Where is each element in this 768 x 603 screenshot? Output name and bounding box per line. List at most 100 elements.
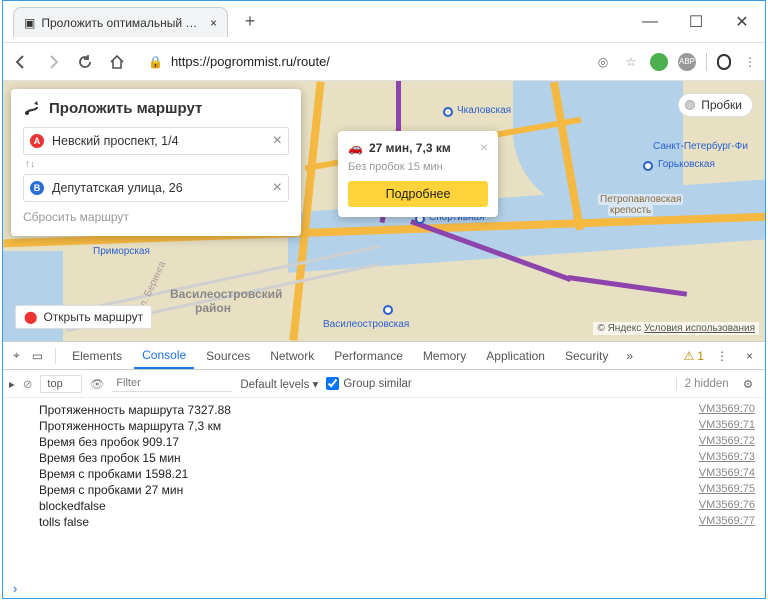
devtools-menu-icon[interactable]: ⋮ — [708, 349, 736, 363]
star-icon[interactable]: ☆ — [622, 53, 640, 71]
log-source-link[interactable]: VM3569:73 — [689, 451, 755, 465]
open-route-button[interactable]: ⬤ Открыть маршрут — [15, 305, 152, 329]
console-prompt[interactable]: › — [3, 579, 765, 598]
device-icon[interactable]: ▭ — [28, 349, 47, 363]
devtools-close-icon[interactable]: × — [740, 349, 759, 363]
reload-button[interactable] — [73, 50, 97, 74]
globe-icon: ▣ — [24, 16, 35, 30]
log-message: Время без пробок 15 мин — [39, 451, 689, 465]
balloon-more-button[interactable]: Подробнее — [348, 181, 488, 207]
tab-performance[interactable]: Performance — [326, 342, 411, 369]
clear-to-button[interactable]: × — [273, 179, 282, 197]
close-balloon-button[interactable]: × — [480, 139, 488, 155]
pin-icon: ⬤ — [24, 310, 37, 324]
browser-window: ▣ Проложить оптимальный марш… × + — ☐ ✕ … — [2, 0, 766, 599]
menu-icon[interactable]: ⋮ — [741, 53, 759, 71]
metro-gorkovskaya: Горьковская — [658, 159, 715, 170]
devtools-panel: ⌖ ▭ Elements Console Sources Network Per… — [3, 341, 765, 598]
group-similar-toggle[interactable]: Group similar — [326, 377, 411, 390]
minimize-button[interactable]: — — [627, 7, 673, 37]
tabs-overflow-icon[interactable]: » — [620, 349, 639, 363]
context-select[interactable]: top — [40, 375, 81, 393]
route-icon — [23, 99, 41, 117]
poi-petropavl-1: Петропавловская — [598, 194, 683, 205]
traffic-toggle[interactable]: Пробки — [678, 93, 753, 117]
profile-icon[interactable] — [717, 54, 731, 70]
balloon-header: 🚗 27 мин, 7,3 км — [348, 141, 488, 155]
log-source-link[interactable]: VM3569:74 — [689, 467, 755, 481]
log-source-link[interactable]: VM3569:76 — [689, 499, 755, 513]
log-message: Время без пробок 909.17 — [39, 435, 689, 449]
traffic-label: Пробки — [701, 98, 742, 112]
swap-points-button[interactable]: ↑↓ — [25, 159, 289, 170]
metro-primorskaya: Приморская — [93, 246, 150, 257]
open-route-label: Открыть маршрут — [43, 310, 143, 324]
home-button[interactable] — [105, 50, 129, 74]
settings-gear-icon[interactable]: ⚙ — [737, 377, 759, 391]
log-row: Протяженность маршрута 7327.88VM3569:70 — [3, 402, 765, 418]
browser-actions: ◎ ☆ ABP ⋮ — [594, 53, 759, 71]
clear-console-icon[interactable]: ⊘ — [23, 377, 33, 391]
log-message: Время с пробками 1598.21 — [39, 467, 689, 481]
area-vasil-2: район — [193, 301, 233, 315]
log-row: tolls falseVM3569:77 — [3, 514, 765, 530]
log-source-link[interactable]: VM3569:71 — [689, 419, 755, 433]
ext-green-icon[interactable] — [650, 53, 668, 71]
tab-application[interactable]: Application — [478, 342, 553, 369]
tab-console[interactable]: Console — [134, 342, 194, 369]
route-to-value: Депутатская улица, 26 — [52, 181, 183, 195]
log-message: blockedfalse — [39, 499, 689, 513]
devtools-tabs: ⌖ ▭ Elements Console Sources Network Per… — [3, 342, 765, 370]
eye-icon[interactable]: 👁 — [90, 377, 105, 391]
balloon-summary: 27 мин, 7,3 км — [369, 141, 451, 155]
balloon-nojam: Без пробок 15 мин — [348, 161, 488, 173]
filter-input[interactable] — [112, 375, 232, 392]
address-bar: 🔒 https://pogrommist.ru/route/ ◎ ☆ ABP ⋮ — [3, 43, 765, 81]
hidden-count[interactable]: 2 hidden — [676, 378, 729, 390]
clear-from-button[interactable]: × — [273, 132, 282, 150]
url-field[interactable]: 🔒 https://pogrommist.ru/route/ — [137, 51, 586, 72]
tab-security[interactable]: Security — [557, 342, 616, 369]
map-canvas[interactable]: Чкаловская Горьковская Спортивная Василе… — [3, 81, 765, 341]
target-icon[interactable]: ◎ — [594, 53, 612, 71]
forward-button[interactable] — [41, 50, 65, 74]
route-to-input[interactable]: B Депутатская улица, 26 × — [23, 174, 289, 202]
console-sidebar-icon[interactable]: ▸ — [9, 377, 15, 391]
tab-memory[interactable]: Memory — [415, 342, 474, 369]
content-area: Чкаловская Горьковская Спортивная Василе… — [3, 81, 765, 598]
log-row: Время с пробками 1598.21VM3569:74 — [3, 466, 765, 482]
lock-icon: 🔒 — [148, 55, 163, 69]
tab-sources[interactable]: Sources — [198, 342, 258, 369]
close-tab-icon[interactable]: × — [210, 16, 217, 30]
log-source-link[interactable]: VM3569:72 — [689, 435, 755, 449]
console-log[interactable]: Протяженность маршрута 7327.88VM3569:70П… — [3, 398, 765, 579]
tab-elements[interactable]: Elements — [64, 342, 130, 369]
tab-network[interactable]: Network — [262, 342, 322, 369]
inspect-icon[interactable]: ⌖ — [9, 348, 24, 363]
maximize-button[interactable]: ☐ — [673, 7, 719, 37]
route-from-value: Невский проспект, 1/4 — [52, 134, 179, 148]
levels-select[interactable]: Default levels ▾ — [240, 377, 318, 391]
browser-tab[interactable]: ▣ Проложить оптимальный марш… × — [13, 7, 228, 37]
ext-abp-icon[interactable]: ABP — [678, 53, 696, 71]
close-window-button[interactable]: ✕ — [719, 7, 765, 37]
ext-sep-icon — [706, 53, 707, 71]
map-attribution: © Яндекс Условия использования — [593, 322, 759, 335]
route-from-input[interactable]: A Невский проспект, 1/4 × — [23, 127, 289, 155]
warnings-badge[interactable]: ⚠1 — [684, 349, 704, 363]
metro-chkalovskaya: Чкаловская — [457, 105, 511, 116]
new-tab-button[interactable]: + — [236, 7, 264, 35]
back-button[interactable] — [9, 50, 33, 74]
log-source-link[interactable]: VM3569:75 — [689, 483, 755, 497]
tab-title: Проложить оптимальный марш… — [35, 16, 210, 30]
log-message: Протяженность маршрута 7,3 км — [39, 419, 689, 433]
point-a-icon: A — [30, 134, 44, 148]
poi-petropavl-2: крепость — [608, 205, 653, 216]
terms-link[interactable]: Условия использования — [644, 323, 755, 334]
log-source-link[interactable]: VM3569:70 — [689, 403, 755, 417]
reset-route-link[interactable]: Сбросить маршрут — [23, 210, 289, 224]
log-message: Время с пробками 27 мин — [39, 483, 689, 497]
titlebar: ▣ Проложить оптимальный марш… × + — ☐ ✕ — [3, 1, 765, 43]
log-source-link[interactable]: VM3569:77 — [689, 515, 755, 529]
area-vasil-1: Василеостровский — [168, 287, 284, 301]
